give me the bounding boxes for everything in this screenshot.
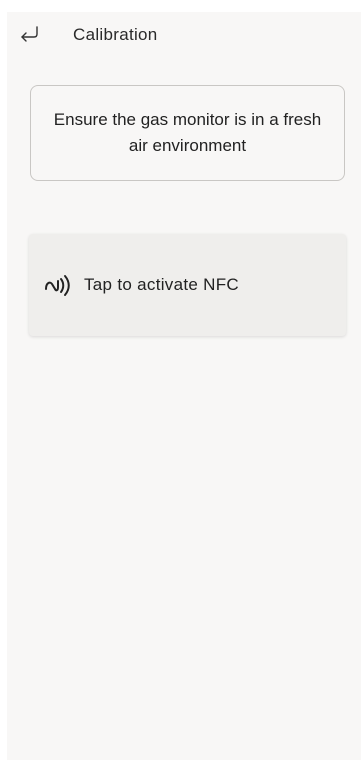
- screen: Calibration Ensure the gas monitor is in…: [7, 12, 361, 760]
- activate-nfc-button[interactable]: Tap to activate NFC: [29, 234, 346, 336]
- info-message: Ensure the gas monitor is in a fresh air…: [53, 110, 322, 155]
- nfc-icon: [44, 272, 72, 298]
- return-arrow-icon: [19, 25, 41, 48]
- back-button[interactable]: [15, 22, 45, 50]
- page-title: Calibration: [73, 25, 158, 44]
- nfc-label: Tap to activate NFC: [84, 275, 239, 294]
- app-bar: Calibration: [7, 12, 361, 58]
- info-card: Ensure the gas monitor is in a fresh air…: [30, 85, 345, 181]
